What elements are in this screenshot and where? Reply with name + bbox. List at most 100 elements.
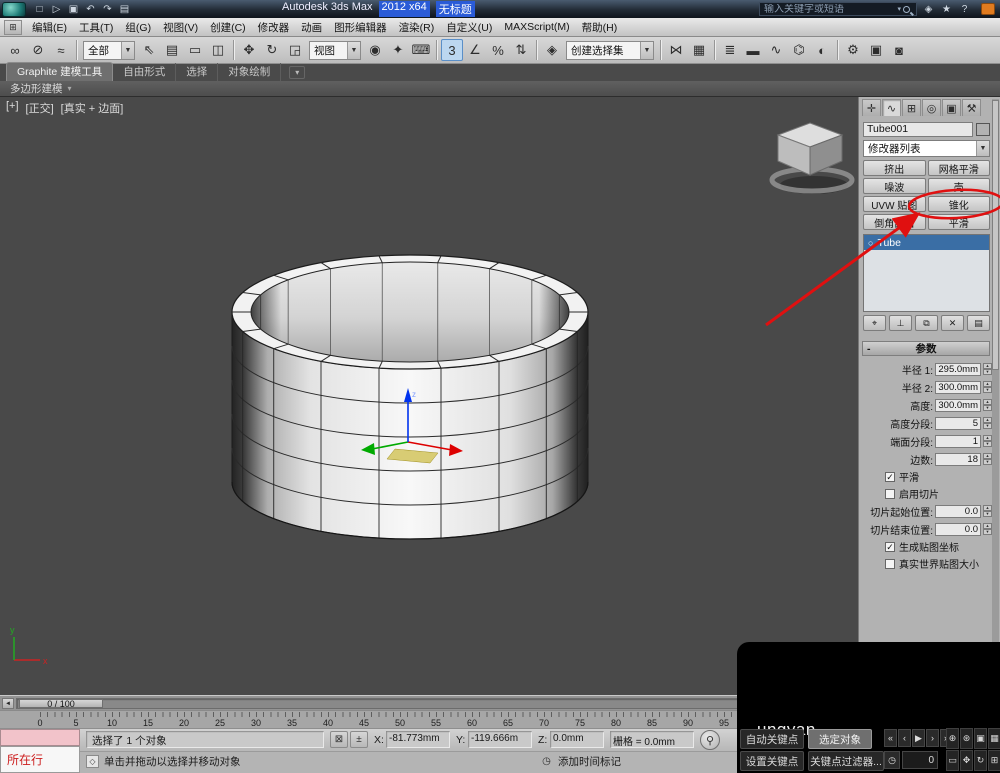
modify-tab[interactable]: ∿ xyxy=(882,99,901,116)
menu-item[interactable]: 视图(V) xyxy=(157,18,204,36)
modifier-button-taper[interactable]: 锥化 xyxy=(928,196,991,212)
align[interactable]: ▦ xyxy=(688,39,710,61)
time-slider-thumb[interactable]: 0 / 100 xyxy=(19,699,103,708)
coord-z-field[interactable]: 0.0mm xyxy=(550,731,604,748)
param-height-segments-field[interactable]: 5 xyxy=(935,417,981,430)
maxscript-mini-listener[interactable]: 所在行 xyxy=(0,746,80,773)
modifier-button-uvw-map[interactable]: UVW 贴图 xyxy=(863,196,926,212)
modifier-button-extrude[interactable]: 挤出 xyxy=(863,160,926,176)
help-icon[interactable]: ? xyxy=(957,2,972,16)
material-editor[interactable]: ◐ xyxy=(811,39,833,61)
select-object[interactable]: ⇖ xyxy=(138,39,160,61)
param-cap-segments-field[interactable]: 1 xyxy=(935,435,981,448)
spinner-down-icon[interactable]: ▼ xyxy=(983,405,992,411)
spinner-down-icon[interactable]: ▼ xyxy=(983,529,992,535)
edit-named-selection-sets[interactable]: ◈ xyxy=(541,39,563,61)
curve-editor[interactable]: ∿ xyxy=(765,39,787,61)
angle-snap-toggle[interactable]: ∠ xyxy=(464,39,486,61)
create-tab[interactable]: ✛ xyxy=(862,99,881,116)
utilities-tab[interactable]: ⚒ xyxy=(962,99,981,116)
open-file-icon[interactable]: ▷ xyxy=(49,2,64,16)
go-to-start-button[interactable]: « xyxy=(884,729,897,747)
chevron-down-icon[interactable]: ▼ xyxy=(976,141,989,156)
mirror[interactable]: ⋈ xyxy=(665,39,687,61)
select-and-rotate[interactable]: ↻ xyxy=(261,39,283,61)
menu-item[interactable]: 图形编辑器 xyxy=(328,18,393,36)
viewcube[interactable] xyxy=(772,123,852,194)
param-sides-field[interactable]: 18 xyxy=(935,453,981,466)
play-button[interactable]: ▶ xyxy=(912,729,925,747)
previous-frame-button[interactable]: ‹ xyxy=(898,729,911,747)
layer-manager[interactable]: ≣ xyxy=(719,39,741,61)
param-height-field[interactable]: 300.0mm xyxy=(935,399,981,412)
rectangular-selection-region[interactable]: ▭ xyxy=(184,39,206,61)
param-sides-spinner[interactable]: ▲▼ xyxy=(983,453,992,465)
percent-snap-toggle[interactable]: % xyxy=(487,39,509,61)
ribbon-tab[interactable]: 对象绘制 xyxy=(218,63,281,81)
spinner-down-icon[interactable]: ▼ xyxy=(983,369,992,375)
modifier-list-dropdown[interactable]: 修改器列表 ▼ xyxy=(863,140,990,157)
hierarchy-tab[interactable]: ⊞ xyxy=(902,99,921,116)
key-filters-button[interactable]: 关键点过滤器... xyxy=(808,751,884,771)
track-bar[interactable]: 0510152025303540455055606570758085909510… xyxy=(0,710,858,728)
modifier-button-shell[interactable]: 壳 xyxy=(928,178,991,194)
rollout-collapse-icon[interactable]: - xyxy=(867,343,871,355)
bind-to-space-warp[interactable]: ≈ xyxy=(50,39,72,61)
show-end-result-button[interactable]: ⊥ xyxy=(889,315,912,331)
menu-item[interactable]: 帮助(H) xyxy=(576,18,624,36)
field-of-view-button[interactable]: ▭ xyxy=(946,750,959,771)
selection-filter-dropdown[interactable]: 全部▼ xyxy=(83,41,135,60)
coord-y-field[interactable]: -119.666m xyxy=(468,731,532,748)
select-and-move[interactable]: ✥ xyxy=(238,39,260,61)
use-pivot-point-center[interactable]: ◉ xyxy=(364,39,386,61)
param-radius2-field[interactable]: 300.0mm xyxy=(935,381,981,394)
communication-center-icon[interactable]: ◈ xyxy=(921,2,936,16)
project-folder-icon[interactable]: ▤ xyxy=(117,2,132,16)
spinner-down-icon[interactable]: ▼ xyxy=(983,387,992,393)
param-real-world-map-size-checkbox[interactable] xyxy=(885,559,895,569)
undo-icon[interactable]: ↶ xyxy=(83,2,98,16)
auto-key-button[interactable]: 自动关键点 xyxy=(740,729,804,749)
menu-item[interactable]: 工具(T) xyxy=(73,18,119,36)
maximize-viewport-button[interactable]: ⊞ xyxy=(988,750,1000,771)
zoom-button[interactable]: ⊕ xyxy=(946,728,959,749)
menu-item[interactable]: MAXScript(M) xyxy=(498,18,575,36)
zoom-all-button[interactable]: ⊛ xyxy=(960,728,973,749)
absolute-offset-toggle-icon[interactable]: ± xyxy=(350,731,368,748)
display-tab[interactable]: ▣ xyxy=(942,99,961,116)
viewport-layout-icon[interactable]: ⊞ xyxy=(4,20,22,35)
selection-lock-icon[interactable]: ⊠ xyxy=(330,731,348,748)
ribbon-panel-polygon-modeling[interactable]: 多边形建模 xyxy=(10,81,63,96)
coord-x-field[interactable]: -81.773mm xyxy=(386,731,450,748)
ribbon-tab[interactable]: 自由形式 xyxy=(113,63,176,81)
selected-key-filter-dropdown[interactable]: 选定对象 xyxy=(808,729,872,749)
render-setup[interactable]: ⚙ xyxy=(842,39,864,61)
param-slice-to-spinner[interactable]: ▲▼ xyxy=(983,523,992,535)
param-height-segments-spinner[interactable]: ▲▼ xyxy=(983,417,992,429)
viewport-shading-menu[interactable]: [真实 + 边面] xyxy=(61,100,124,116)
search-icon[interactable] xyxy=(903,6,910,13)
modifier-stack-list[interactable]: ○Tube xyxy=(863,234,990,312)
param-cap-segments-spinner[interactable]: ▲▼ xyxy=(983,435,992,447)
snaps-toggle-3d[interactable]: 3 xyxy=(441,39,463,61)
visibility-bulb-icon[interactable]: ○ xyxy=(868,238,873,248)
app-logo-button[interactable] xyxy=(2,2,26,17)
spinner-snap-toggle[interactable]: ⇅ xyxy=(510,39,532,61)
previous-frame-arrow[interactable]: ◄ xyxy=(2,698,14,709)
chevron-down-icon[interactable]: ▾ xyxy=(68,84,72,93)
current-frame-field[interactable]: 0 xyxy=(902,751,938,769)
select-and-scale[interactable]: ◲ xyxy=(284,39,306,61)
modifier-button-meshsmooth[interactable]: 网格平滑 xyxy=(928,160,991,176)
unlink-selection[interactable]: ⊘ xyxy=(27,39,49,61)
param-smooth-checkbox[interactable]: ✓ xyxy=(885,472,895,482)
parameters-rollout-header[interactable]: - 参数 xyxy=(862,341,990,356)
param-slice-to-field[interactable]: 0.0 xyxy=(935,523,981,536)
modifier-button-smooth[interactable]: 平滑 xyxy=(928,214,991,230)
panel-scrollbar[interactable] xyxy=(992,99,999,724)
search-input[interactable] xyxy=(760,4,897,15)
reference-coordinate-system[interactable]: 视图▼ xyxy=(309,41,361,60)
param-radius1-spinner[interactable]: ▲▼ xyxy=(983,363,992,375)
spinner-down-icon[interactable]: ▼ xyxy=(983,459,992,465)
ribbon-tab[interactable]: 选择 xyxy=(176,63,218,81)
menu-item[interactable]: 动画 xyxy=(295,18,328,36)
